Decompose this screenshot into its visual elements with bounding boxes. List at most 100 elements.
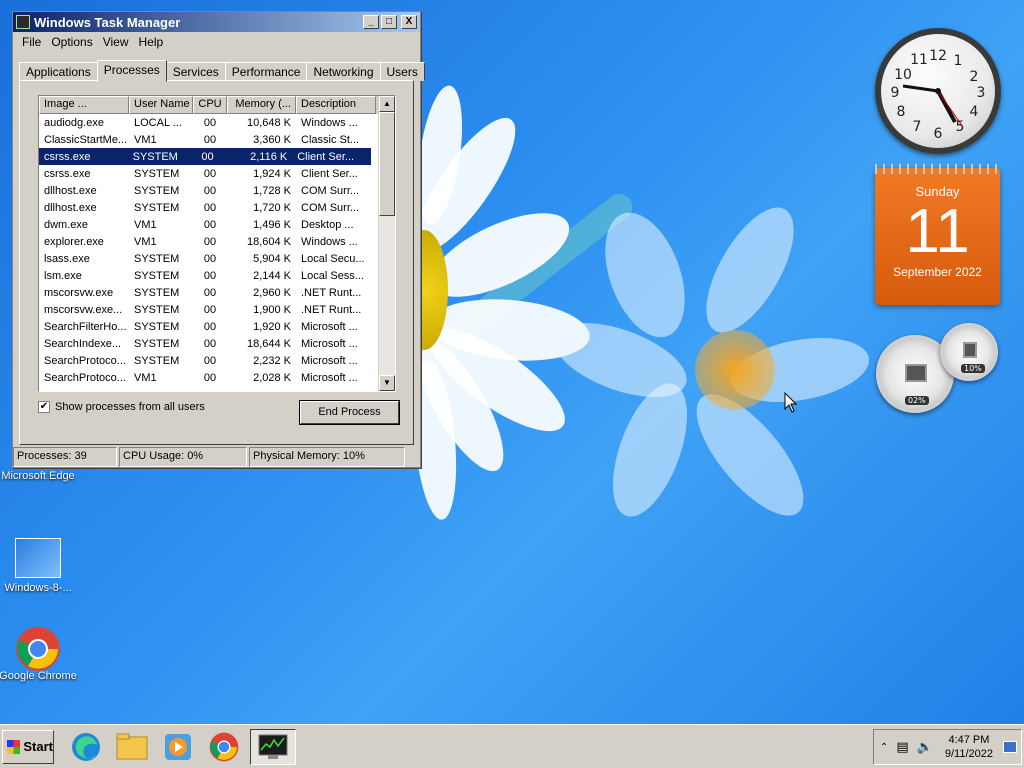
windows-flag-icon [7,739,21,754]
processes-panel: Image ... User Name CPU Memory (... Desc… [19,80,414,445]
calendar-gadget[interactable]: Sunday 11 September 2022 [875,164,1000,305]
volume-icon[interactable]: 🔈 [917,740,933,755]
chrome-icon [209,732,239,761]
menu-view[interactable]: View [98,35,134,49]
end-process-button[interactable]: End Process [299,400,400,425]
process-row[interactable]: csrss.exe SYSTEM 00 2,116 K Client Ser... [39,148,371,165]
process-row[interactable]: SearchIndexe... SYSTEM 00 18,644 K Microsoft… [39,335,395,352]
show-hidden-icons-icon[interactable]: ⌃ [880,742,888,753]
desktop-icon-google-chrome[interactable]: Google Chrome [0,626,78,682]
minimize-button[interactable]: _ [363,15,379,29]
process-memory: 1,924 K [253,167,291,180]
scroll-down-button[interactable]: ▼ [379,375,395,391]
clock-area[interactable]: 4:47 PM 9/11/2022 [945,733,993,761]
process-description: Client Ser... [301,167,358,180]
process-image-name: lsm.exe [44,269,82,282]
process-description: Classic St... [301,133,360,146]
process-row[interactable]: lsass.exe SYSTEM 00 5,904 K Local Secu... [39,250,395,267]
clock-number: 2 [970,69,979,85]
clock-number: 12 [929,48,947,64]
process-memory: 1,728 K [253,184,291,197]
process-memory: 2,144 K [253,269,291,282]
process-cpu: 00 [203,201,217,214]
process-list[interactable]: Image ... User Name CPU Memory (... Desc… [38,95,396,392]
tab-services[interactable]: Services [165,62,226,81]
process-description: Client Ser... [297,150,355,163]
task-manager-window[interactable]: Windows Task Manager _ □ X File Options … [12,11,425,468]
process-user-name: VM1 [134,218,157,231]
column-user-name[interactable]: User Name [129,96,193,114]
process-memory: 3,360 K [253,133,291,146]
memory-icon [963,342,977,358]
process-row[interactable]: explorer.exe VM1 00 18,604 K Windows ... [39,233,395,250]
clock-gadget[interactable]: 12 1 2 3 4 5 6 7 8 9 10 11 [875,28,1001,154]
process-row[interactable]: SearchFilterHo... SYSTEM 00 1,920 K Microsof… [39,318,395,335]
title-bar[interactable]: Windows Task Manager _ □ X [13,12,420,32]
close-button[interactable]: X [401,15,417,29]
process-description: Microsoft ... [301,371,358,384]
clock-number: 8 [897,104,906,120]
taskbar: Start ⌃ ▤ 🔈 4:47 PM 9/11/2022 [0,724,1024,768]
tab-networking[interactable]: Networking [306,62,381,81]
process-memory: 1,920 K [253,320,291,333]
process-row[interactable]: audiodg.exe LOCAL ... 00 10,648 K Windows ..… [39,114,395,131]
menu-options[interactable]: Options [46,35,97,49]
menu-help[interactable]: Help [134,35,169,49]
memory-meter-gadget[interactable]: 10% [940,323,998,381]
process-cpu: 00 [203,252,217,265]
column-memory[interactable]: Memory (... [227,96,296,114]
process-row[interactable]: dllhost.exe SYSTEM 00 1,728 K COM Surr... [39,182,395,199]
taskbar-explorer-button[interactable] [112,729,152,765]
taskbar-edge-button[interactable] [66,729,106,765]
column-image-name[interactable]: Image ... [39,96,129,114]
tab-strip: Applications Processes Services Performa… [19,60,425,82]
taskbar-task-manager-button[interactable] [250,728,296,765]
calendar-month-year: September 2022 [893,265,982,279]
scroll-thumb[interactable] [379,112,395,216]
scroll-up-button[interactable]: ▲ [379,96,395,112]
process-memory: 1,496 K [253,218,291,231]
desktop-icon-microsoft-edge[interactable]: Microsoft Edge [0,470,78,482]
process-row[interactable]: mscorsvw.exe SYSTEM 00 2,960 K .NET Runt... [39,284,395,301]
tab-performance[interactable]: Performance [224,62,308,81]
process-memory: 1,900 K [253,303,291,316]
process-row[interactable]: dwm.exe VM1 00 1,496 K Desktop ... [39,216,395,233]
maximize-button[interactable]: □ [381,15,397,29]
process-row[interactable]: SearchProtoco... SYSTEM 00 2,232 K Microsoft… [39,352,395,369]
tray-time: 4:47 PM [948,734,990,746]
process-row[interactable]: lsm.exe SYSTEM 00 2,144 K Local Sess... [39,267,395,284]
column-cpu[interactable]: CPU [193,96,227,114]
process-row[interactable]: mscorsvw.exe... SYSTEM 00 1,900 K .NET Runt.… [39,301,395,318]
desktop-icon-windows-8-image[interactable]: Windows-8-... [0,538,78,594]
tab-processes[interactable]: Processes [96,60,167,82]
show-all-users-checkbox[interactable]: ✔ [38,401,50,413]
process-memory: 2,232 K [253,354,291,367]
process-user-name: LOCAL ... [134,116,182,129]
show-desktop-icon[interactable] [1003,741,1017,753]
network-icon[interactable]: ▤ [896,740,908,755]
process-cpu: 00 [203,354,217,367]
status-physical-memory: Physical Memory: 10% [249,447,405,467]
vertical-scrollbar[interactable]: ▲ ▼ [378,96,395,391]
tab-users[interactable]: Users [379,62,425,81]
process-row[interactable]: csrss.exe SYSTEM 00 1,924 K Client Ser... [39,165,395,182]
menu-file[interactable]: File [17,35,46,49]
process-row[interactable]: ClassicStartMe... VM1 00 3,360 K Classic St.… [39,131,395,148]
clock-number: 1 [954,53,963,69]
tab-applications[interactable]: Applications [19,62,98,81]
process-description: Microsoft ... [301,320,358,333]
start-button[interactable]: Start [2,729,54,764]
clock-number: 7 [913,119,922,135]
process-description: .NET Runt... [301,303,362,316]
process-user-name: VM1 [134,133,157,146]
minute-hand [902,84,939,93]
taskbar-media-player-button[interactable] [158,729,198,765]
process-row[interactable]: SearchProtoco... VM1 00 2,028 K Microsoft ..… [39,369,395,386]
show-all-users-checkbox-row[interactable]: ✔ Show processes from all users [38,401,205,413]
column-description[interactable]: Description [296,96,376,114]
taskbar-chrome-button[interactable] [204,729,244,765]
process-row[interactable]: dllhost.exe SYSTEM 00 1,720 K COM Surr... [39,199,395,216]
clock-face: 12 1 2 3 4 5 6 7 8 9 10 11 [891,48,986,142]
desktop-icon-label: Windows-8-... [4,582,72,594]
clock-number: 10 [894,67,912,83]
